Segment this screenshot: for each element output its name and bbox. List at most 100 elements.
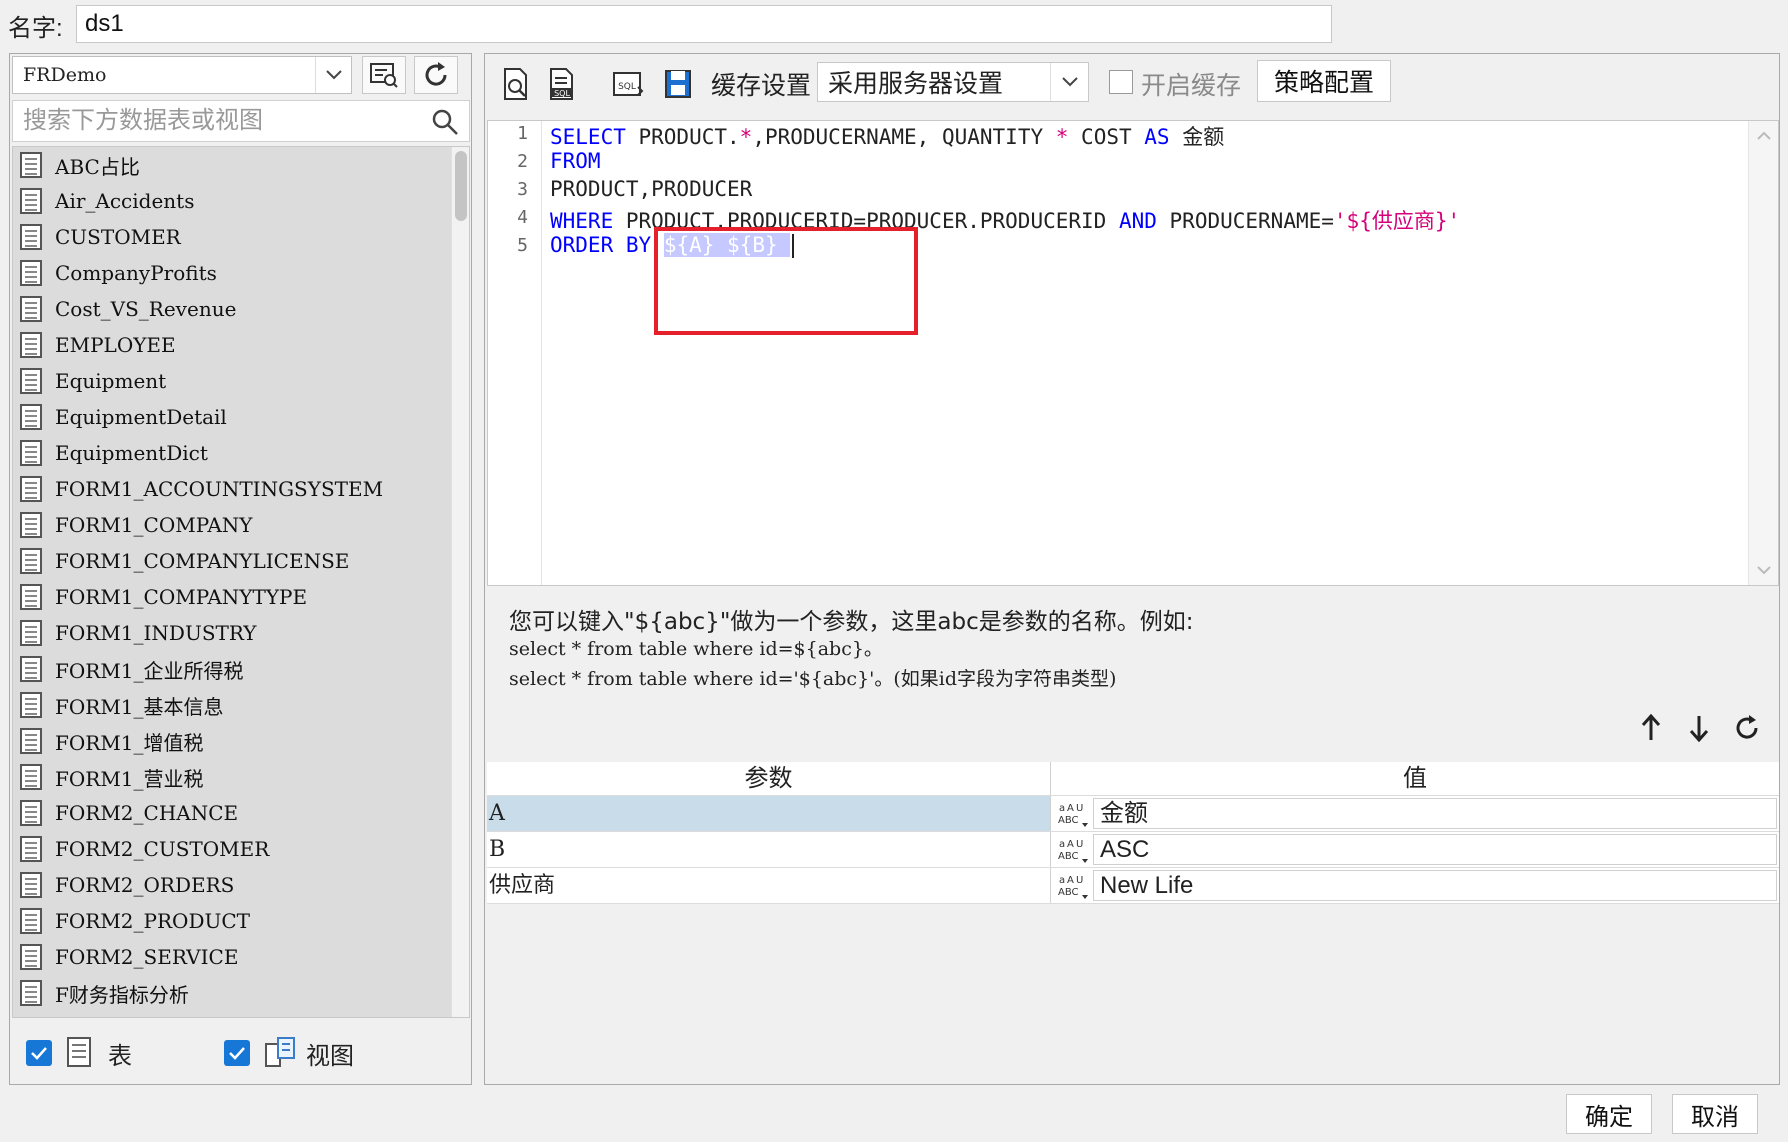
list-item[interactable]: FORM2_ORDERS: [13, 867, 453, 903]
list-item[interactable]: ABC占比: [13, 147, 453, 183]
list-item[interactable]: FORM1_营业税: [13, 759, 453, 795]
dataset-name-input[interactable]: [76, 5, 1332, 43]
param-name: A: [487, 796, 1051, 831]
line-number-gutter: 1 2 3 4 5: [488, 121, 542, 585]
sql-keyword: SELECT: [550, 125, 626, 149]
chevron-down-icon[interactable]: [315, 57, 351, 93]
table-icon: [19, 979, 45, 1007]
chevron-down-icon: [1757, 566, 1771, 575]
arrow-down-icon: [1689, 716, 1709, 742]
string-type-icon: a A UABC: [1058, 875, 1088, 899]
table-name: Cost_VS_Revenue: [55, 297, 237, 321]
preview-button[interactable]: [362, 56, 406, 94]
list-item[interactable]: FORM2_CHANCE: [13, 795, 453, 831]
list-item[interactable]: CUSTOMER: [13, 219, 453, 255]
show-views-checkbox[interactable]: [224, 1040, 250, 1066]
param-value-field[interactable]: 金额: [1093, 798, 1777, 829]
cache-mode-select[interactable]: 采用服务器设置: [817, 62, 1089, 102]
move-up-button[interactable]: [1633, 710, 1669, 746]
param-tools: [1633, 710, 1773, 750]
editor-scrollbar[interactable]: [1748, 121, 1778, 585]
table-icon: [19, 511, 45, 539]
list-item[interactable]: F财务指标分析: [13, 975, 453, 1011]
hint-line-2: select * from table where id=${abc}。: [509, 638, 883, 660]
list-item[interactable]: FORM1_INDUSTRY: [13, 615, 453, 651]
param-value-field[interactable]: ASC: [1093, 834, 1777, 865]
svg-text:a: a: [1059, 839, 1065, 850]
list-item[interactable]: FORM2_CUSTOMER: [13, 831, 453, 867]
list-item[interactable]: FORM1_增值税: [13, 723, 453, 759]
list-item[interactable]: FORM1_ACCOUNTINGSYSTEM: [13, 471, 453, 507]
table-icon: [19, 331, 45, 359]
table-list-scrollbar[interactable]: [451, 147, 469, 1017]
hint-line-3: select * from table where id='${abc}'。(如…: [509, 668, 1117, 690]
chevron-down-icon[interactable]: [1050, 63, 1088, 101]
table-row[interactable]: B a A U ABC ASC: [487, 832, 1779, 868]
list-item[interactable]: FORM1_COMPANYTYPE: [13, 579, 453, 615]
param-column-header: 参数: [487, 762, 1051, 795]
sql-button[interactable]: SQL: [543, 62, 581, 106]
list-item[interactable]: FORM1_COMPANYLICENSE: [13, 543, 453, 579]
view-icon: [265, 1037, 295, 1067]
param-type-button[interactable]: a A U ABC: [1051, 796, 1093, 831]
list-item[interactable]: EMPLOYEE: [13, 327, 453, 363]
table-icon: [19, 835, 45, 863]
sql-operator: *: [739, 125, 753, 149]
table-name: FORM1_COMPANY: [55, 513, 253, 537]
cancel-button[interactable]: 取消: [1672, 1094, 1758, 1134]
list-item[interactable]: Equipment: [13, 363, 453, 399]
list-item[interactable]: Air_Accidents: [13, 183, 453, 219]
string-type-icon: a A UABC: [1058, 839, 1088, 863]
param-value-field[interactable]: New Life: [1093, 870, 1777, 901]
sql-keyword: FROM: [550, 149, 601, 173]
string-type-icon: a A UABC: [1058, 803, 1088, 827]
enable-cache-checkbox[interactable]: [1109, 70, 1133, 94]
param-type-button[interactable]: a A U ABC: [1051, 832, 1093, 867]
refresh-params-button[interactable]: [1729, 710, 1765, 746]
filter-row: 表 视图: [10, 1020, 471, 1084]
sql-keyword: AS: [1144, 125, 1170, 149]
sql-format-button[interactable]: SQL: [609, 62, 647, 106]
svg-text:A: A: [1067, 803, 1074, 814]
list-item[interactable]: EquipmentDetail: [13, 399, 453, 435]
arrow-up-icon: [1641, 714, 1661, 740]
param-type-button[interactable]: a A U ABC: [1051, 868, 1093, 903]
list-item[interactable]: FORM2_SERVICE: [13, 939, 453, 975]
table-name: FORM1_COMPANYTYPE: [55, 585, 308, 609]
sql-string: '${供应商}': [1333, 209, 1461, 233]
list-item[interactable]: EquipmentDict: [13, 435, 453, 471]
sql-editor[interactable]: 1 2 3 4 5 SELECT PRODUCT.*,PRODUCERNAME,…: [487, 120, 1779, 586]
move-down-button[interactable]: [1681, 710, 1717, 746]
table-search-input[interactable]: [13, 101, 423, 141]
search-icon[interactable]: [431, 108, 459, 141]
table-row[interactable]: A a A U ABC 金额: [487, 796, 1779, 832]
param-name: 供应商: [487, 868, 1051, 903]
table-icon: [19, 367, 45, 395]
list-item[interactable]: FORM1_COMPANY: [13, 507, 453, 543]
table-icon: [19, 727, 45, 755]
strategy-config-button[interactable]: 策略配置: [1257, 60, 1391, 102]
list-item[interactable]: CompanyProfits: [13, 255, 453, 291]
list-item[interactable]: Cost_VS_Revenue: [13, 291, 453, 327]
line-number: 4: [517, 207, 528, 228]
sql-keyword: AND: [1118, 209, 1157, 233]
ok-button[interactable]: 确定: [1566, 1094, 1652, 1134]
table-name: FORM2_CHANCE: [55, 801, 239, 825]
table-name: FORM2_PRODUCT: [55, 909, 250, 933]
table-name: CUSTOMER: [55, 225, 181, 249]
svg-text:a: a: [1059, 803, 1065, 814]
refresh-button[interactable]: [414, 56, 458, 94]
table-row[interactable]: 供应商 a A U ABC New Life: [487, 868, 1779, 904]
connection-select[interactable]: FRDemo: [12, 56, 352, 94]
list-item[interactable]: FORM1_企业所得税: [13, 651, 453, 687]
list-item[interactable]: FORM1_基本信息: [13, 687, 453, 723]
show-tables-checkbox[interactable]: [26, 1040, 52, 1066]
svg-text:ABC: ABC: [1058, 851, 1079, 862]
svg-text:U: U: [1076, 803, 1083, 814]
table-icon: [19, 943, 45, 971]
preview-data-button[interactable]: [497, 62, 535, 106]
save-cache-button[interactable]: [659, 62, 697, 106]
table-icon: [19, 799, 45, 827]
table-icon: [19, 151, 45, 179]
list-item[interactable]: FORM2_PRODUCT: [13, 903, 453, 939]
